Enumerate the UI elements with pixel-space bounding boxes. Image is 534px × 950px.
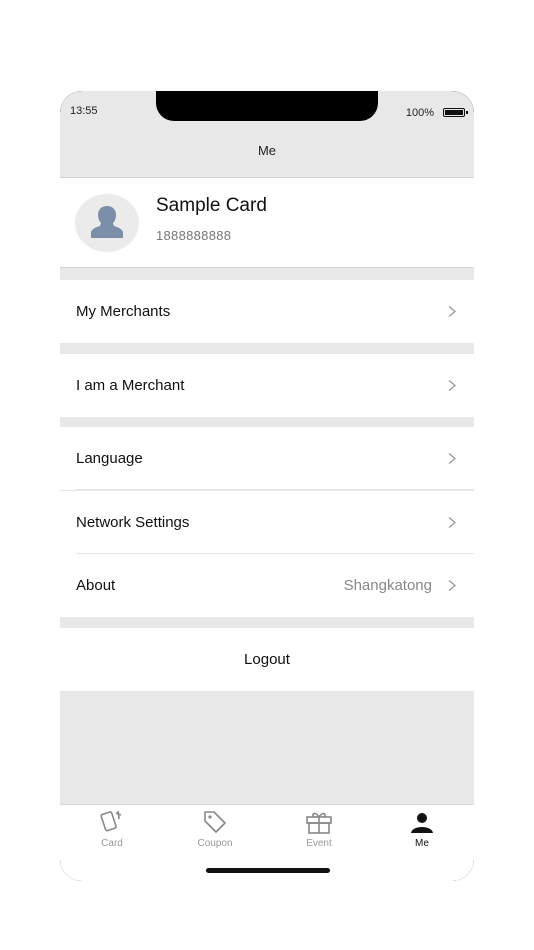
menu-item-my-merchants[interactable]: My Merchants [60,280,474,343]
menu-item-label: Network Settings [76,514,190,531]
chevron-right-icon [448,306,457,317]
tab-event[interactable]: Event [267,805,371,855]
menu-item-about[interactable]: About Shangkatong [60,554,474,617]
card-icon [100,810,122,832]
tab-me[interactable]: Me [370,805,474,855]
menu-item-i-am-a-merchant[interactable]: I am a Merchant [60,354,474,417]
menu-item-network-settings[interactable]: Network Settings [60,491,474,554]
home-indicator[interactable] [206,868,330,873]
tab-label: Coupon [197,838,233,849]
chevron-right-icon [448,380,457,391]
tab-label: Card [101,838,123,849]
user-silhouette-icon [91,206,123,238]
tab-coupon[interactable]: Coupon [163,805,267,855]
battery-percentage: 100% [405,107,434,119]
profile-card[interactable]: Sample Card 1888888888 [60,178,474,268]
menu-item-label: I am a Merchant [76,377,185,394]
status-bar: 13:55 100% [60,91,474,135]
chevron-right-icon [448,517,457,528]
screen: 13:55 100% Me Sample Card 1888888888 My … [60,91,474,881]
logout-button[interactable]: Logout [60,628,474,691]
menu-item-language[interactable]: Language [60,427,474,490]
tab-bar: Card Coupon Event Me [60,804,474,881]
tab-label: Me [415,838,429,849]
person-icon [411,813,433,833]
menu-item-label: About [76,577,116,594]
about-value: Shangkatong [343,577,432,594]
card-phone: 1888888888 [156,228,232,243]
row-divider [76,489,474,490]
notch [156,91,378,121]
card-name: Sample Card [156,195,267,216]
phone-frame: 13:55 100% Me Sample Card 1888888888 My … [60,91,474,881]
chevron-right-icon [448,453,457,464]
coupon-icon [204,811,226,833]
chevron-right-icon [448,580,457,591]
status-time: 13:55 [70,105,98,117]
menu-item-label: My Merchants [76,303,171,320]
page-title: Me [257,143,277,158]
menu-item-label: Language [76,450,143,467]
gift-icon [306,812,332,834]
tab-label: Event [306,838,332,849]
tab-card[interactable]: Card [60,805,164,855]
battery-icon [443,108,468,117]
avatar [76,195,138,251]
